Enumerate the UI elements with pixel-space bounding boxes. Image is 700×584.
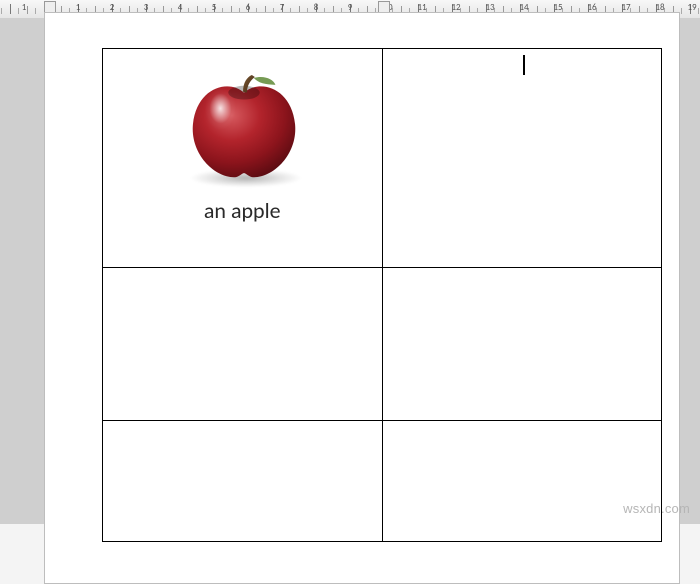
text-cursor-icon [523, 55, 525, 75]
table-cell-r2c1[interactable] [103, 268, 383, 421]
table-cell-r1c2[interactable] [382, 49, 662, 268]
document-table[interactable]: an apple [102, 48, 662, 542]
table-cell-r3c2[interactable] [382, 421, 662, 542]
watermark-text: wsxdn.com [623, 501, 690, 516]
cell-caption[interactable]: an apple [204, 197, 281, 224]
apple-body [185, 75, 303, 183]
ruler-number: 19 [687, 2, 696, 13]
ruler-number: 1 [22, 2, 27, 13]
table-cell-r2c2[interactable] [382, 268, 662, 421]
document-page[interactable]: an apple [44, 12, 680, 584]
apple-image[interactable] [167, 57, 317, 191]
table-cell-r3c1[interactable] [103, 421, 383, 542]
editor-area[interactable]: an apple wsxdn.com [0, 18, 700, 524]
table-cell-r1c1[interactable]: an apple [103, 49, 383, 268]
